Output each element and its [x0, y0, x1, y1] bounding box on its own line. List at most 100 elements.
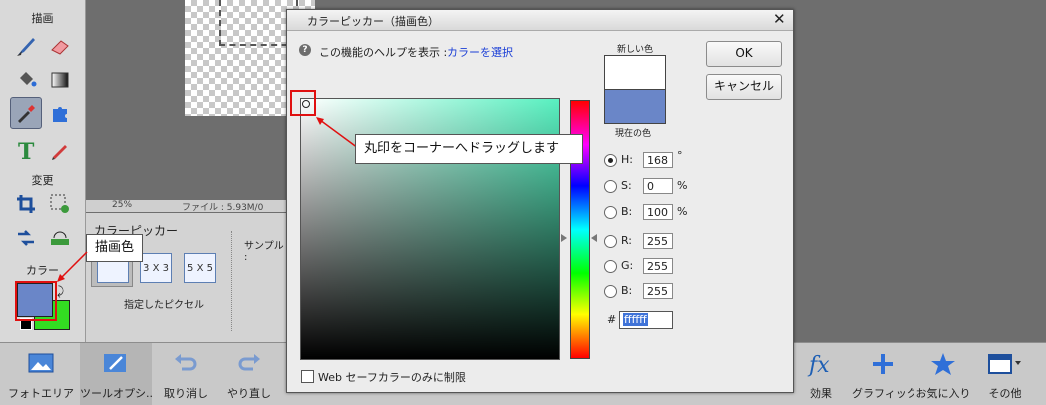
brightness-radio[interactable] — [604, 206, 617, 219]
redo-button[interactable]: やり直し — [218, 343, 280, 405]
graphics-button[interactable]: グラフィック — [852, 343, 914, 405]
saturation-unit: % — [677, 179, 688, 192]
foreground-callout: 描画色 — [86, 234, 144, 262]
blue-input[interactable]: 255 — [643, 283, 673, 299]
sample-label: サンプル : — [244, 241, 284, 263]
content-aware-move-tool[interactable] — [10, 222, 42, 254]
swap-colors-icon[interactable]: ⤸ — [57, 284, 64, 299]
hue-slider-right-arrow[interactable] — [591, 234, 597, 242]
hue-slider-left-arrow[interactable] — [561, 234, 567, 242]
eraser-icon — [51, 40, 69, 55]
straighten-icon — [51, 231, 69, 245]
callout-arrow-left — [57, 251, 88, 282]
green-input[interactable]: 255 — [643, 258, 673, 274]
gradient-tool[interactable] — [44, 64, 76, 96]
new-color-label: 新しい色 — [617, 45, 654, 55]
color-picker-dialog: カラーピッカー（描画色） ✕ ? この機能のヘルプを表示 : カラーを選択 新し… — [286, 9, 794, 393]
more-label: その他 — [988, 387, 1022, 400]
redo-icon — [238, 354, 260, 371]
plus-icon — [873, 354, 893, 374]
corner-callout: 丸印をコーナーへドラッグします — [355, 134, 583, 164]
eyedropper-icon — [18, 105, 35, 123]
web-safe-checkbox[interactable] — [301, 370, 314, 383]
red-radio[interactable] — [604, 235, 617, 248]
redo-label: やり直し — [227, 387, 271, 400]
draw-section-header: 描画 — [31, 12, 54, 25]
paint-bucket-icon — [20, 72, 37, 87]
effects-button[interactable]: fx 効果 — [792, 343, 850, 405]
hex-label: # — [607, 313, 617, 326]
red-label: R: — [621, 234, 633, 247]
brush-tool[interactable] — [10, 30, 42, 62]
hex-input[interactable]: ffffff — [619, 311, 673, 329]
star-icon — [931, 353, 955, 375]
hue-radio[interactable] — [604, 154, 617, 167]
corner-highlight-box — [290, 90, 316, 116]
green-radio[interactable] — [604, 260, 617, 273]
hue-unit: ° — [677, 149, 683, 162]
dialog-title: カラーピッカー（描画色） — [307, 15, 439, 28]
effects-label: 効果 — [810, 387, 832, 400]
undo-icon — [175, 354, 197, 371]
recompose-tool[interactable] — [44, 188, 76, 220]
ok-button[interactable]: OK — [706, 41, 782, 67]
green-label: G: — [621, 259, 634, 272]
type-tool[interactable]: T — [10, 134, 42, 166]
photo-bin-icon — [28, 353, 54, 373]
brightness-label: B: — [621, 205, 633, 218]
custom-shape-tool[interactable] — [44, 97, 76, 129]
crop-icon — [17, 195, 35, 213]
hue-label: H: — [621, 153, 633, 166]
size-5x5-button[interactable]: 5 X 5 — [184, 253, 216, 283]
current-color-swatch[interactable] — [604, 89, 666, 124]
pencil-icon — [52, 145, 67, 160]
status-bar: 25% ファイル : 5.93M/0 bytes — [86, 200, 288, 223]
tool-options-button[interactable]: ツールオプシ... — [80, 343, 152, 405]
red-input[interactable]: 255 — [643, 233, 673, 249]
pencil-tool[interactable] — [44, 134, 76, 166]
modify-section-header: 変更 — [31, 174, 54, 187]
saturation-radio[interactable] — [604, 180, 617, 193]
type-icon: T — [18, 139, 35, 162]
help-icon: ? — [299, 44, 311, 56]
svg-text:T: T — [18, 139, 35, 162]
callout-arrow-corner — [316, 117, 359, 149]
saturation-input[interactable]: 0 — [643, 178, 673, 194]
saturation-label: S: — [621, 179, 632, 192]
size-3x3-button[interactable]: 3 X 3 — [140, 253, 172, 283]
help-link[interactable]: カラーを選択 — [447, 44, 513, 60]
blue-radio[interactable] — [604, 285, 617, 298]
size-caption: 指定したピクセル — [124, 300, 204, 311]
recompose-icon — [50, 194, 69, 213]
puzzle-icon — [53, 107, 67, 122]
graphics-label: グラフィック — [852, 387, 914, 400]
fx-icon: fx — [807, 353, 830, 377]
photo-bin-button[interactable]: フォトエリア — [6, 343, 76, 405]
cancel-button[interactable]: キャンセル — [706, 74, 782, 100]
blue-label: B: — [621, 284, 633, 297]
crop-tool[interactable] — [10, 188, 42, 220]
eyedropper-tool[interactable] — [10, 97, 42, 129]
favorites-label: お気に入り — [915, 387, 971, 400]
gradient-icon — [51, 72, 69, 88]
current-color-label: 現在の色 — [615, 129, 652, 139]
new-color-swatch — [604, 55, 666, 90]
help-prefix: この機能のヘルプを表示 : — [319, 46, 448, 59]
paint-bucket-tool[interactable] — [10, 64, 42, 96]
eraser-tool[interactable] — [44, 30, 76, 62]
svg-text:fx: fx — [807, 353, 830, 377]
hex-value-selected: ffffff — [623, 313, 648, 326]
more-button[interactable]: その他 — [976, 343, 1034, 405]
close-icon[interactable]: ✕ — [773, 10, 786, 28]
tool-options-icon — [104, 354, 126, 372]
move-arrows-icon — [18, 230, 34, 246]
hue-input[interactable]: 168 — [643, 152, 673, 168]
undo-label: 取り消し — [164, 387, 208, 400]
brightness-input[interactable]: 100 — [643, 204, 673, 220]
brush-icon — [17, 38, 35, 56]
brightness-unit: % — [677, 205, 688, 218]
tool-options-panel: カラーピッカー 3 X 3 5 X 5 指定したピクセル サンプル : — [86, 213, 288, 342]
undo-button[interactable]: 取り消し — [155, 343, 217, 405]
foreground-highlight-box — [15, 281, 57, 321]
favorites-button[interactable]: お気に入り — [914, 343, 972, 405]
